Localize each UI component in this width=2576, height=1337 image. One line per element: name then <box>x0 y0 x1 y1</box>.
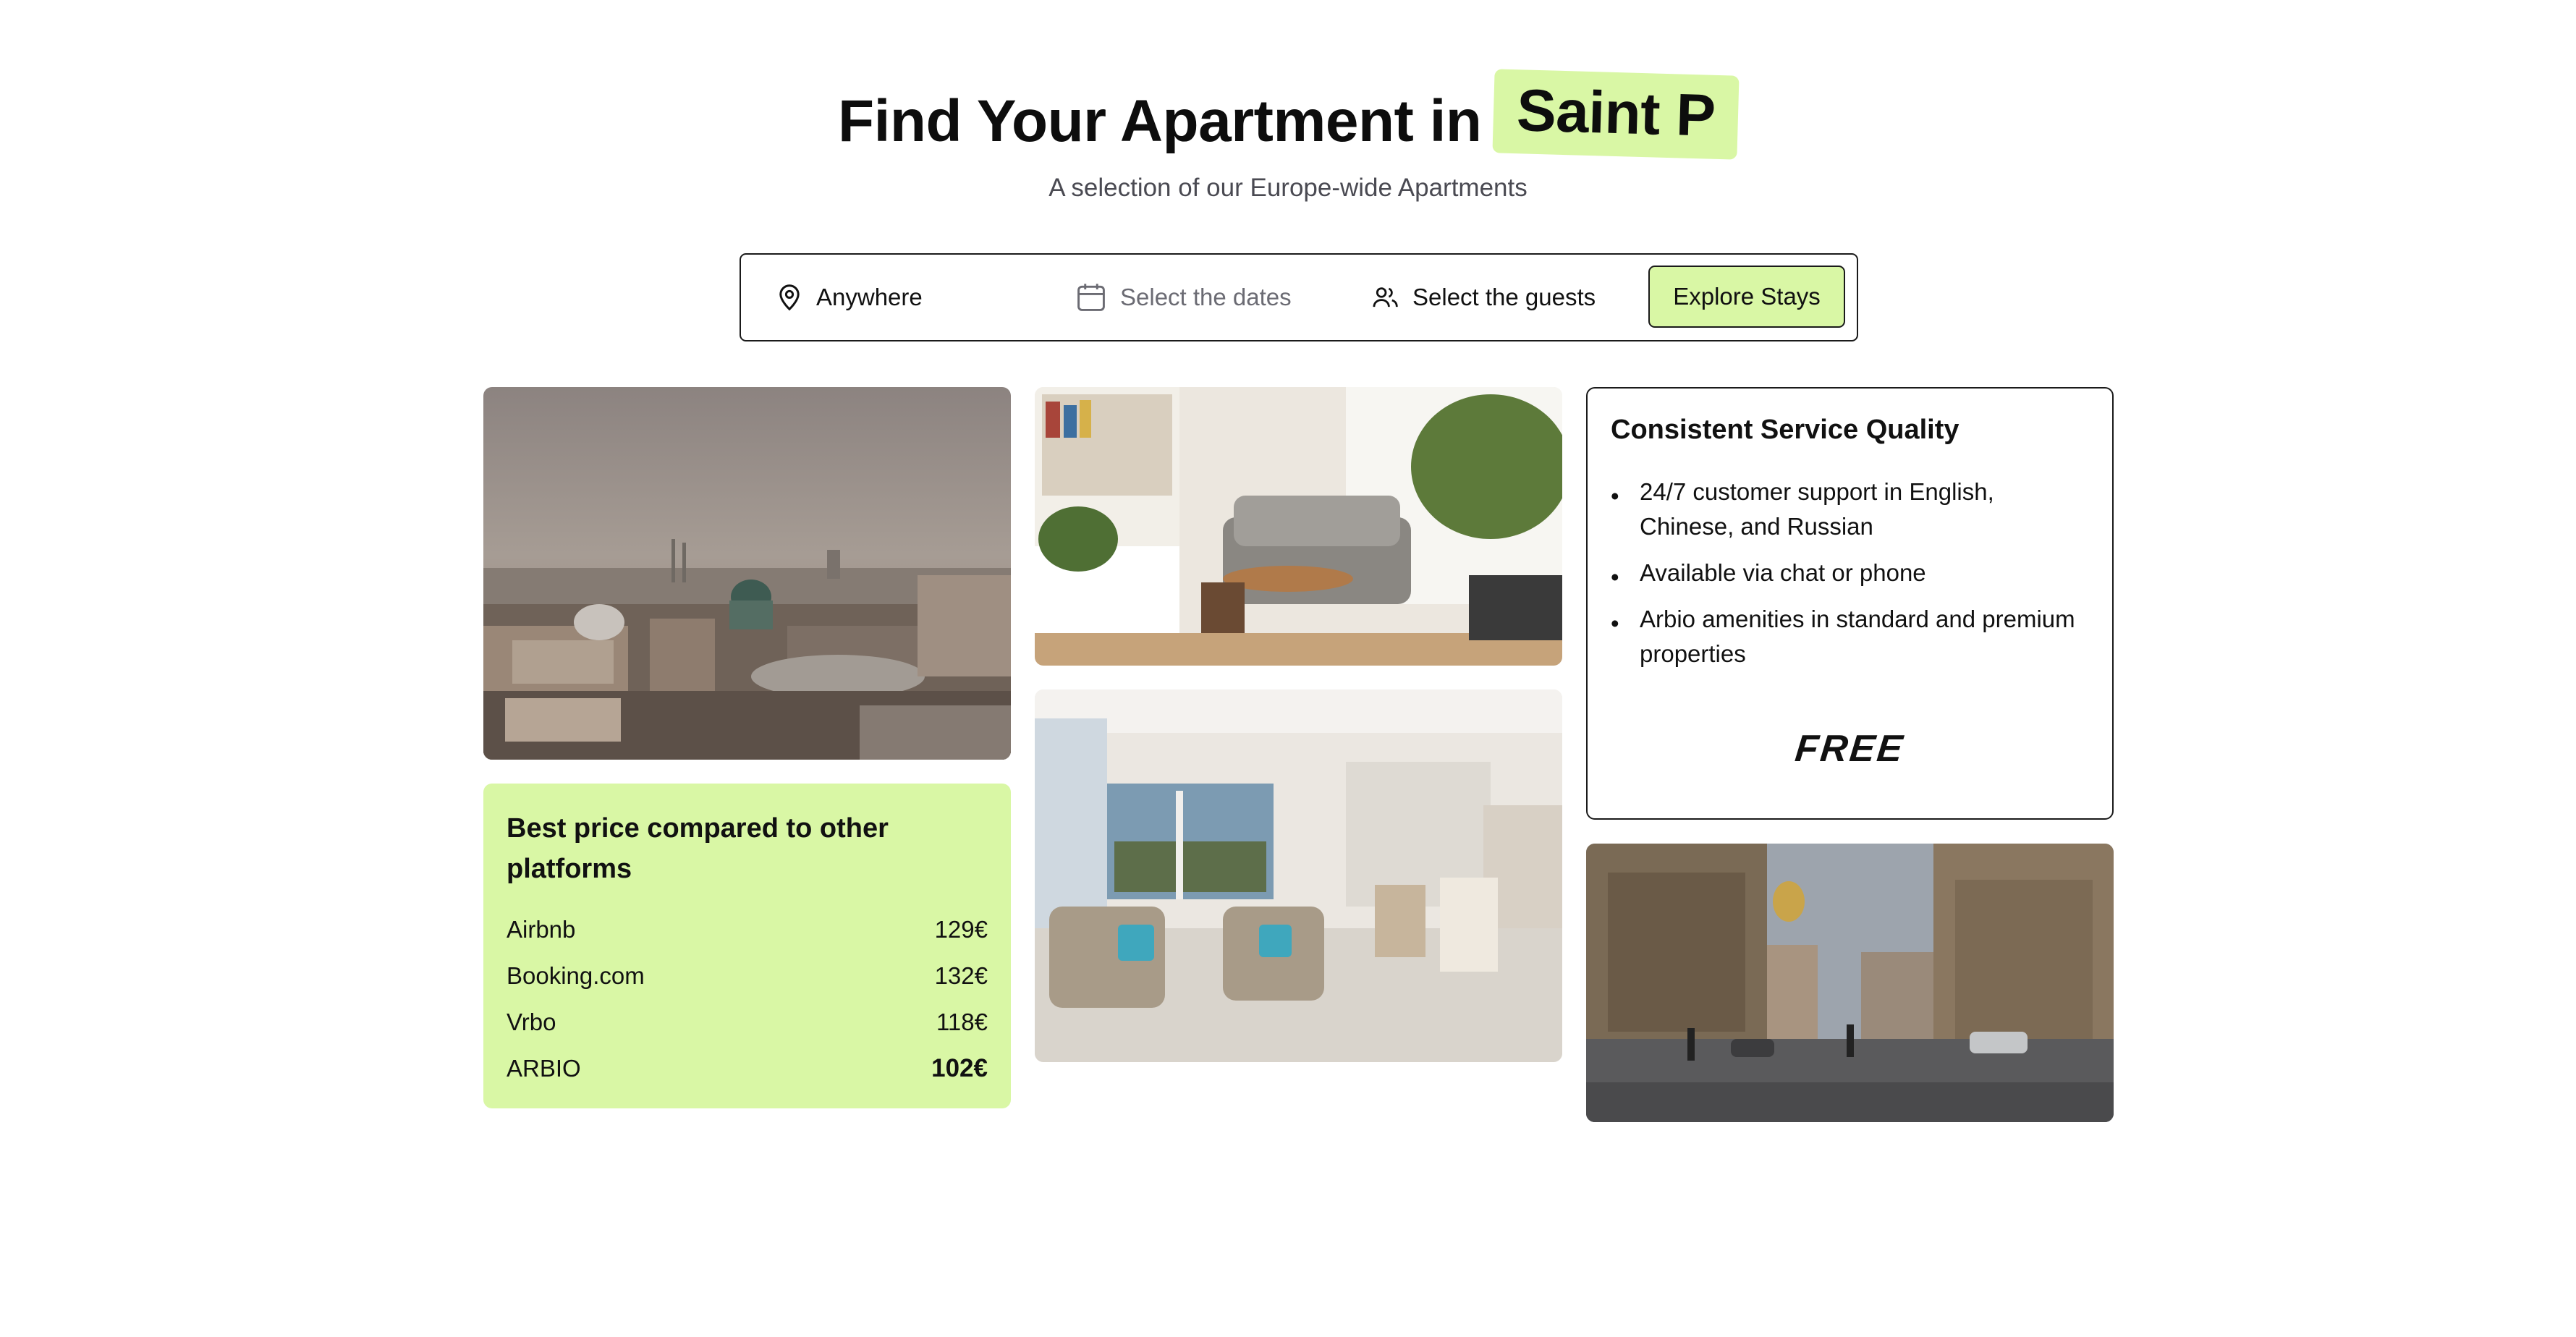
service-item-text: Arbio amenities in standard and premium … <box>1640 606 2075 667</box>
guests-value: Select the guests <box>1412 283 1596 310</box>
guests-field[interactable]: Select the guests <box>1372 255 1596 339</box>
service-item-text: Available via chat or phone <box>1640 559 1926 586</box>
explore-stays-button[interactable]: Explore Stays <box>1648 266 1845 328</box>
platform-name: Airbnb <box>507 916 576 943</box>
price-row-arbio: ARBIO 102€ <box>507 1045 988 1092</box>
service-item: • 24/7 customer support in English, Chin… <box>1611 475 2089 544</box>
page: Find Your Apartment in Saint P A selecti… <box>0 0 2576 1337</box>
bullet-dot: • <box>1611 483 1619 509</box>
city-street-photo <box>1586 844 2114 1122</box>
calendar-icon <box>1077 283 1105 311</box>
bullet-dot: • <box>1611 564 1619 590</box>
price-row: Booking.com 132€ <box>507 953 988 999</box>
platform-name: ARBIO <box>507 1055 581 1082</box>
price-comparison-card: Best price compared to other platforms A… <box>483 784 1011 1108</box>
service-item: • Available via chat or phone <box>1611 556 2089 590</box>
location-value: Anywhere <box>816 283 923 310</box>
service-quality-card: Consistent Service Quality • 24/7 custom… <box>1586 387 2114 820</box>
location-field[interactable]: Anywhere <box>777 255 923 339</box>
price-row: Vrbo 118€ <box>507 999 988 1045</box>
platform-price: 129€ <box>934 916 988 943</box>
free-badge: FREE <box>1793 728 1907 770</box>
platform-price: 102€ <box>931 1054 988 1082</box>
hero-title: Find Your Apartment in Saint P <box>838 69 1740 164</box>
platform-name: Booking.com <box>507 962 645 989</box>
dates-field[interactable]: Select the dates <box>1075 255 1292 339</box>
service-list: • 24/7 customer support in English, Chin… <box>1611 475 2089 671</box>
platform-price: 132€ <box>934 962 988 989</box>
hero: Find Your Apartment in Saint P <box>0 69 2576 164</box>
service-item: • Arbio amenities in standard and premiu… <box>1611 602 2089 671</box>
bullet-dot: • <box>1611 610 1619 637</box>
price-list: Airbnb 129€ Booking.com 132€ Vrbo 118€ A… <box>507 907 988 1092</box>
search-bar: Anywhere Select the dates Select the gue… <box>740 253 1858 341</box>
bright-living-room-photo <box>1035 689 1562 1062</box>
living-room-plants-photo <box>1035 387 1562 666</box>
hero-title-text: Find Your Apartment in <box>838 88 1482 154</box>
platform-name: Vrbo <box>507 1009 556 1035</box>
service-card-title: Consistent Service Quality <box>1611 415 1959 445</box>
city-skyline-photo <box>483 387 1011 760</box>
dates-placeholder: Select the dates <box>1120 283 1292 310</box>
service-item-text: 24/7 customer support in English, Chines… <box>1640 478 1994 540</box>
price-row: Airbnb 129€ <box>507 907 988 953</box>
price-card-title: Best price compared to other platforms <box>507 813 889 884</box>
platform-price: 118€ <box>936 1009 988 1035</box>
city-highlight: Saint P <box>1491 69 1740 160</box>
map-pin-icon <box>779 284 800 310</box>
users-icon <box>1373 286 1398 307</box>
hero-subtitle: A selection of our Europe-wide Apartment… <box>1048 174 1528 202</box>
